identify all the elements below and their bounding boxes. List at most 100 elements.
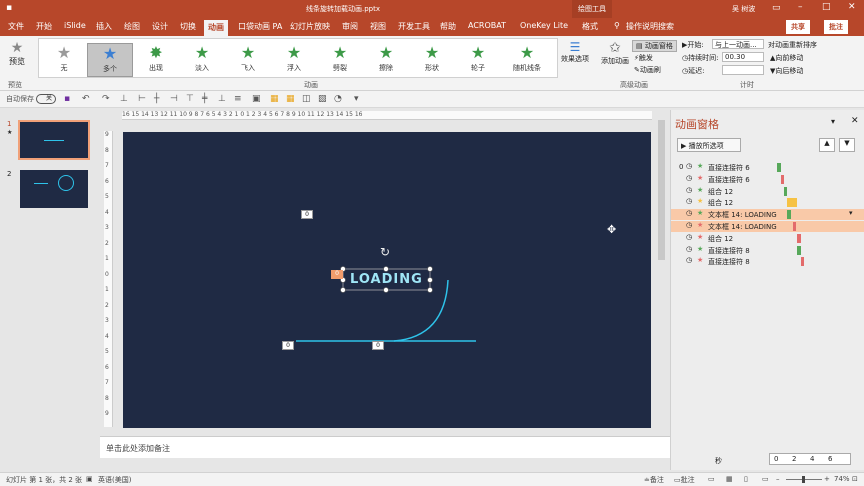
align-left-icon[interactable]: ⊢ (138, 94, 146, 104)
distribute-icon[interactable]: ≡ (234, 94, 242, 104)
delay-input[interactable] (722, 65, 764, 75)
preview-button[interactable]: ★ 预览 (4, 40, 30, 67)
tab-islide[interactable]: iSlide (64, 21, 86, 30)
tab-help[interactable]: 帮助 (440, 21, 456, 32)
tab-home[interactable]: 开始 (36, 21, 52, 32)
language[interactable]: 英语(美国) (98, 475, 131, 485)
timeline-bar[interactable] (787, 210, 791, 220)
trigger-button[interactable]: ⚡触发 (634, 53, 653, 63)
add-animation-button[interactable]: ✩ 添加动画 (600, 40, 630, 66)
undo-icon[interactable]: ↶ (82, 94, 90, 104)
timeline-bar[interactable] (777, 163, 781, 172)
comments-button[interactable]: ▭批注 (674, 475, 695, 485)
tab-slideshow[interactable]: 幻灯片放映 (290, 21, 330, 32)
animation-list-item[interactable]: ◷ ★ 文本框 14: LOADING (671, 221, 864, 232)
tab-draw[interactable]: 绘图 (124, 21, 140, 32)
align-right-icon[interactable]: ⊣ (170, 94, 178, 104)
slide-thumb-2[interactable] (20, 170, 88, 208)
animation-list-item[interactable]: 0 ◷ ★ 直接连接符 6 (671, 162, 864, 173)
animation-tag[interactable]: 0 (282, 341, 294, 350)
sorter-view-icon[interactable]: ▦ (726, 475, 733, 483)
anim-appear[interactable]: ✸ 出现 (133, 43, 179, 77)
timeline-bar[interactable] (787, 198, 797, 208)
animation-list-item[interactable]: ◷ ★ 组合 12 (671, 233, 864, 244)
animation-list-item[interactable]: ◷ ★ 组合 12 (671, 197, 864, 208)
move-earlier-button[interactable]: ▲向前移动 (770, 53, 803, 63)
loading-text[interactable]: LOADING (350, 272, 423, 287)
animation-list-item[interactable]: ◷ ★ 直接连接符 8 (671, 256, 864, 267)
tab-developer[interactable]: 开发工具 (398, 21, 430, 32)
anim-shape[interactable]: ★ 形状 (409, 43, 455, 77)
save-icon[interactable]: ▪ (64, 94, 70, 104)
anim-float-in[interactable]: ★ 浮入 (271, 43, 317, 77)
align-bottom-icon[interactable]: ⊥ (218, 94, 226, 104)
timeline-bar[interactable] (797, 245, 801, 255)
tab-pocket-animation[interactable]: 口袋动画 PA (238, 21, 282, 32)
animation-tag[interactable]: 0 (331, 270, 343, 279)
minimize-icon[interactable]: – (798, 2, 803, 12)
play-selected-button[interactable]: ▶ 播放所选项 (677, 138, 741, 152)
align-top-icon[interactable]: ⊤ (186, 94, 194, 104)
timeline-bar[interactable] (784, 186, 787, 196)
shapes-icon[interactable]: ◔ (334, 94, 342, 104)
tab-insert[interactable]: 插入 (96, 21, 112, 32)
animation-list-item[interactable]: ◷ ★ 直接连接符 8 (671, 245, 864, 256)
bring-front-icon[interactable]: ▦ (270, 94, 279, 104)
comment-button[interactable]: 批注 (824, 20, 848, 34)
fit-slide-icon[interactable]: ⊡ (852, 475, 858, 483)
tab-transitions[interactable]: 切换 (180, 21, 196, 32)
user-name[interactable]: 吴 树波 (732, 4, 755, 14)
animation-list-item[interactable]: ◷ ★ 直接连接符 6 (671, 174, 864, 185)
ribbon-display-icon[interactable]: ▭ (772, 3, 781, 13)
anim-split[interactable]: ★ 劈裂 (317, 43, 363, 77)
zoom-level[interactable]: 74% (834, 475, 850, 483)
reading-view-icon[interactable]: ▯ (744, 475, 748, 483)
timeline-scale[interactable]: 0 2 4 6 (769, 453, 851, 465)
slideshow-view-icon[interactable]: ▭ (762, 475, 769, 483)
save-icon[interactable]: ▪ (6, 3, 12, 13)
maximize-icon[interactable]: □ (822, 2, 831, 12)
tab-animations[interactable]: 动画 (204, 20, 228, 36)
pane-close-icon[interactable]: ✕ (851, 116, 859, 126)
timeline-bar[interactable] (793, 222, 796, 231)
animation-list-item[interactable]: ◷ ★ 文本框 14: LOADING ▾ (671, 209, 864, 221)
redo-icon[interactable]: ↷ (102, 94, 110, 104)
close-icon[interactable]: ✕ (848, 2, 856, 12)
tab-acrobat[interactable]: ACROBAT (468, 21, 506, 30)
anim-multiple[interactable]: ★ 多个 (87, 43, 133, 77)
effect-options-button[interactable]: ☰ 效果选项 (560, 40, 590, 64)
anim-wheel[interactable]: ★ 轮子 (455, 43, 501, 77)
tab-file[interactable]: 文件 (8, 21, 24, 32)
merge-icon[interactable]: ◫ (302, 94, 311, 104)
animation-pane-button[interactable]: ▤ 动画窗格 (632, 40, 677, 52)
move-down-button[interactable]: ▼ (839, 138, 855, 152)
spell-check-icon[interactable]: ▣ (86, 475, 93, 483)
start-select[interactable]: 与上一动画... (712, 39, 764, 49)
tab-design[interactable]: 设计 (152, 21, 168, 32)
send-back-icon[interactable]: ▦ (286, 94, 295, 104)
anim-fade[interactable]: ★ 淡入 (179, 43, 225, 77)
customize-qat-icon[interactable]: ▾ (354, 94, 359, 104)
autosave-toggle[interactable]: 关 (36, 94, 56, 104)
animation-list-item[interactable]: ◷ ★ 组合 12 (671, 186, 864, 197)
timeline-bar[interactable] (801, 257, 804, 267)
duration-input[interactable]: 00.30 (722, 52, 764, 62)
timeline-bar[interactable] (781, 174, 784, 184)
anim-none[interactable]: ★ 无 (41, 43, 87, 77)
anim-random-bars[interactable]: ★ 随机线条 (501, 43, 553, 77)
slide-thumb-1[interactable] (18, 120, 90, 160)
tab-format[interactable]: 格式 (582, 21, 598, 32)
notes-button[interactable]: ≐备注 (644, 475, 664, 485)
align-center-icon[interactable]: ┼ (154, 94, 159, 104)
anim-fly-in[interactable]: ★ 飞入 (225, 43, 271, 77)
slide-scrollbar[interactable] (658, 120, 665, 260)
move-up-button[interactable]: ▲ (819, 138, 835, 152)
notes-area[interactable]: 单击此处添加备注 (100, 436, 670, 458)
crop-icon[interactable]: ▧ (318, 94, 327, 104)
tab-onekey[interactable]: OneKey Lite (520, 21, 568, 30)
animation-tag[interactable]: 0 (301, 210, 313, 219)
slide-canvas[interactable]: ↻ LOADING 0 0 0 0 ✥ (123, 132, 651, 428)
align-icon[interactable]: ⊥ (120, 94, 128, 104)
tell-me-search[interactable]: 操作说明搜索 (626, 21, 674, 32)
anim-wipe[interactable]: ★ 擦除 (363, 43, 409, 77)
